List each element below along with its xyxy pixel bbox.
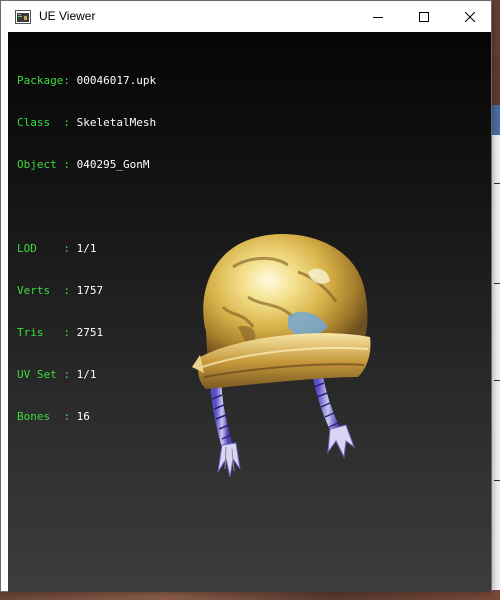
info-value: 040295_GonM (76, 158, 150, 171)
info-label: Tris : (17, 326, 70, 339)
info-spacer (17, 200, 156, 214)
3d-viewport[interactable]: Package: 00046017.upk Class : SkeletalMe… (8, 32, 491, 592)
maximize-button[interactable] (401, 1, 447, 32)
info-row-class: Class : SkeletalMesh (17, 116, 156, 130)
close-button[interactable] (447, 1, 493, 32)
background-window-tick (494, 183, 500, 184)
info-label: Class : (17, 116, 70, 129)
info-row-bones: Bones : 16 (17, 410, 156, 424)
info-row-uvset: UV Set : 1/1 (17, 368, 156, 382)
info-value: 1/1 (76, 368, 97, 381)
info-label: Bones : (17, 410, 70, 423)
info-value: SkeletalMesh (76, 116, 157, 129)
info-row-tris: Tris : 2751 (17, 326, 156, 340)
cap-body (192, 234, 371, 389)
maximize-icon (419, 7, 429, 26)
info-value: 00046017.upk (76, 74, 157, 87)
skeletal-mesh-render[interactable] (178, 177, 388, 487)
info-row-lod: LOD : 1/1 (17, 242, 156, 256)
info-row-object: Object : 040295_GonM (17, 158, 156, 172)
info-label: LOD : (17, 242, 70, 255)
minimize-icon (373, 7, 383, 26)
info-label: UV Set : (17, 368, 70, 381)
background-window-band (491, 105, 500, 135)
info-value: 1757 (76, 284, 104, 297)
background-window-tick (494, 283, 500, 284)
minimize-button[interactable] (355, 1, 401, 32)
info-value: 1/1 (76, 242, 97, 255)
left-braid (210, 386, 241, 478)
info-label: Verts : (17, 284, 70, 297)
background-window-tick (494, 480, 500, 481)
info-value: 2751 (76, 326, 104, 339)
right-braid (313, 376, 356, 459)
background-window-tick (494, 380, 500, 381)
title-bar[interactable]: UE Viewer (1, 1, 491, 32)
ue-viewer-app-icon (15, 9, 31, 24)
window-title: UE Viewer (39, 9, 96, 23)
info-label: Package: (17, 74, 70, 87)
info-label: Object : (17, 158, 70, 171)
info-row-package: Package: 00046017.upk (17, 74, 156, 88)
close-icon (464, 7, 476, 26)
info-value: 16 (76, 410, 90, 423)
info-row-verts: Verts : 1757 (17, 284, 156, 298)
mesh-info-overlay: Package: 00046017.upk Class : SkeletalMe… (17, 46, 156, 452)
ue-viewer-window: UE Viewer Package: 00046017.upk Class : … (0, 0, 492, 592)
